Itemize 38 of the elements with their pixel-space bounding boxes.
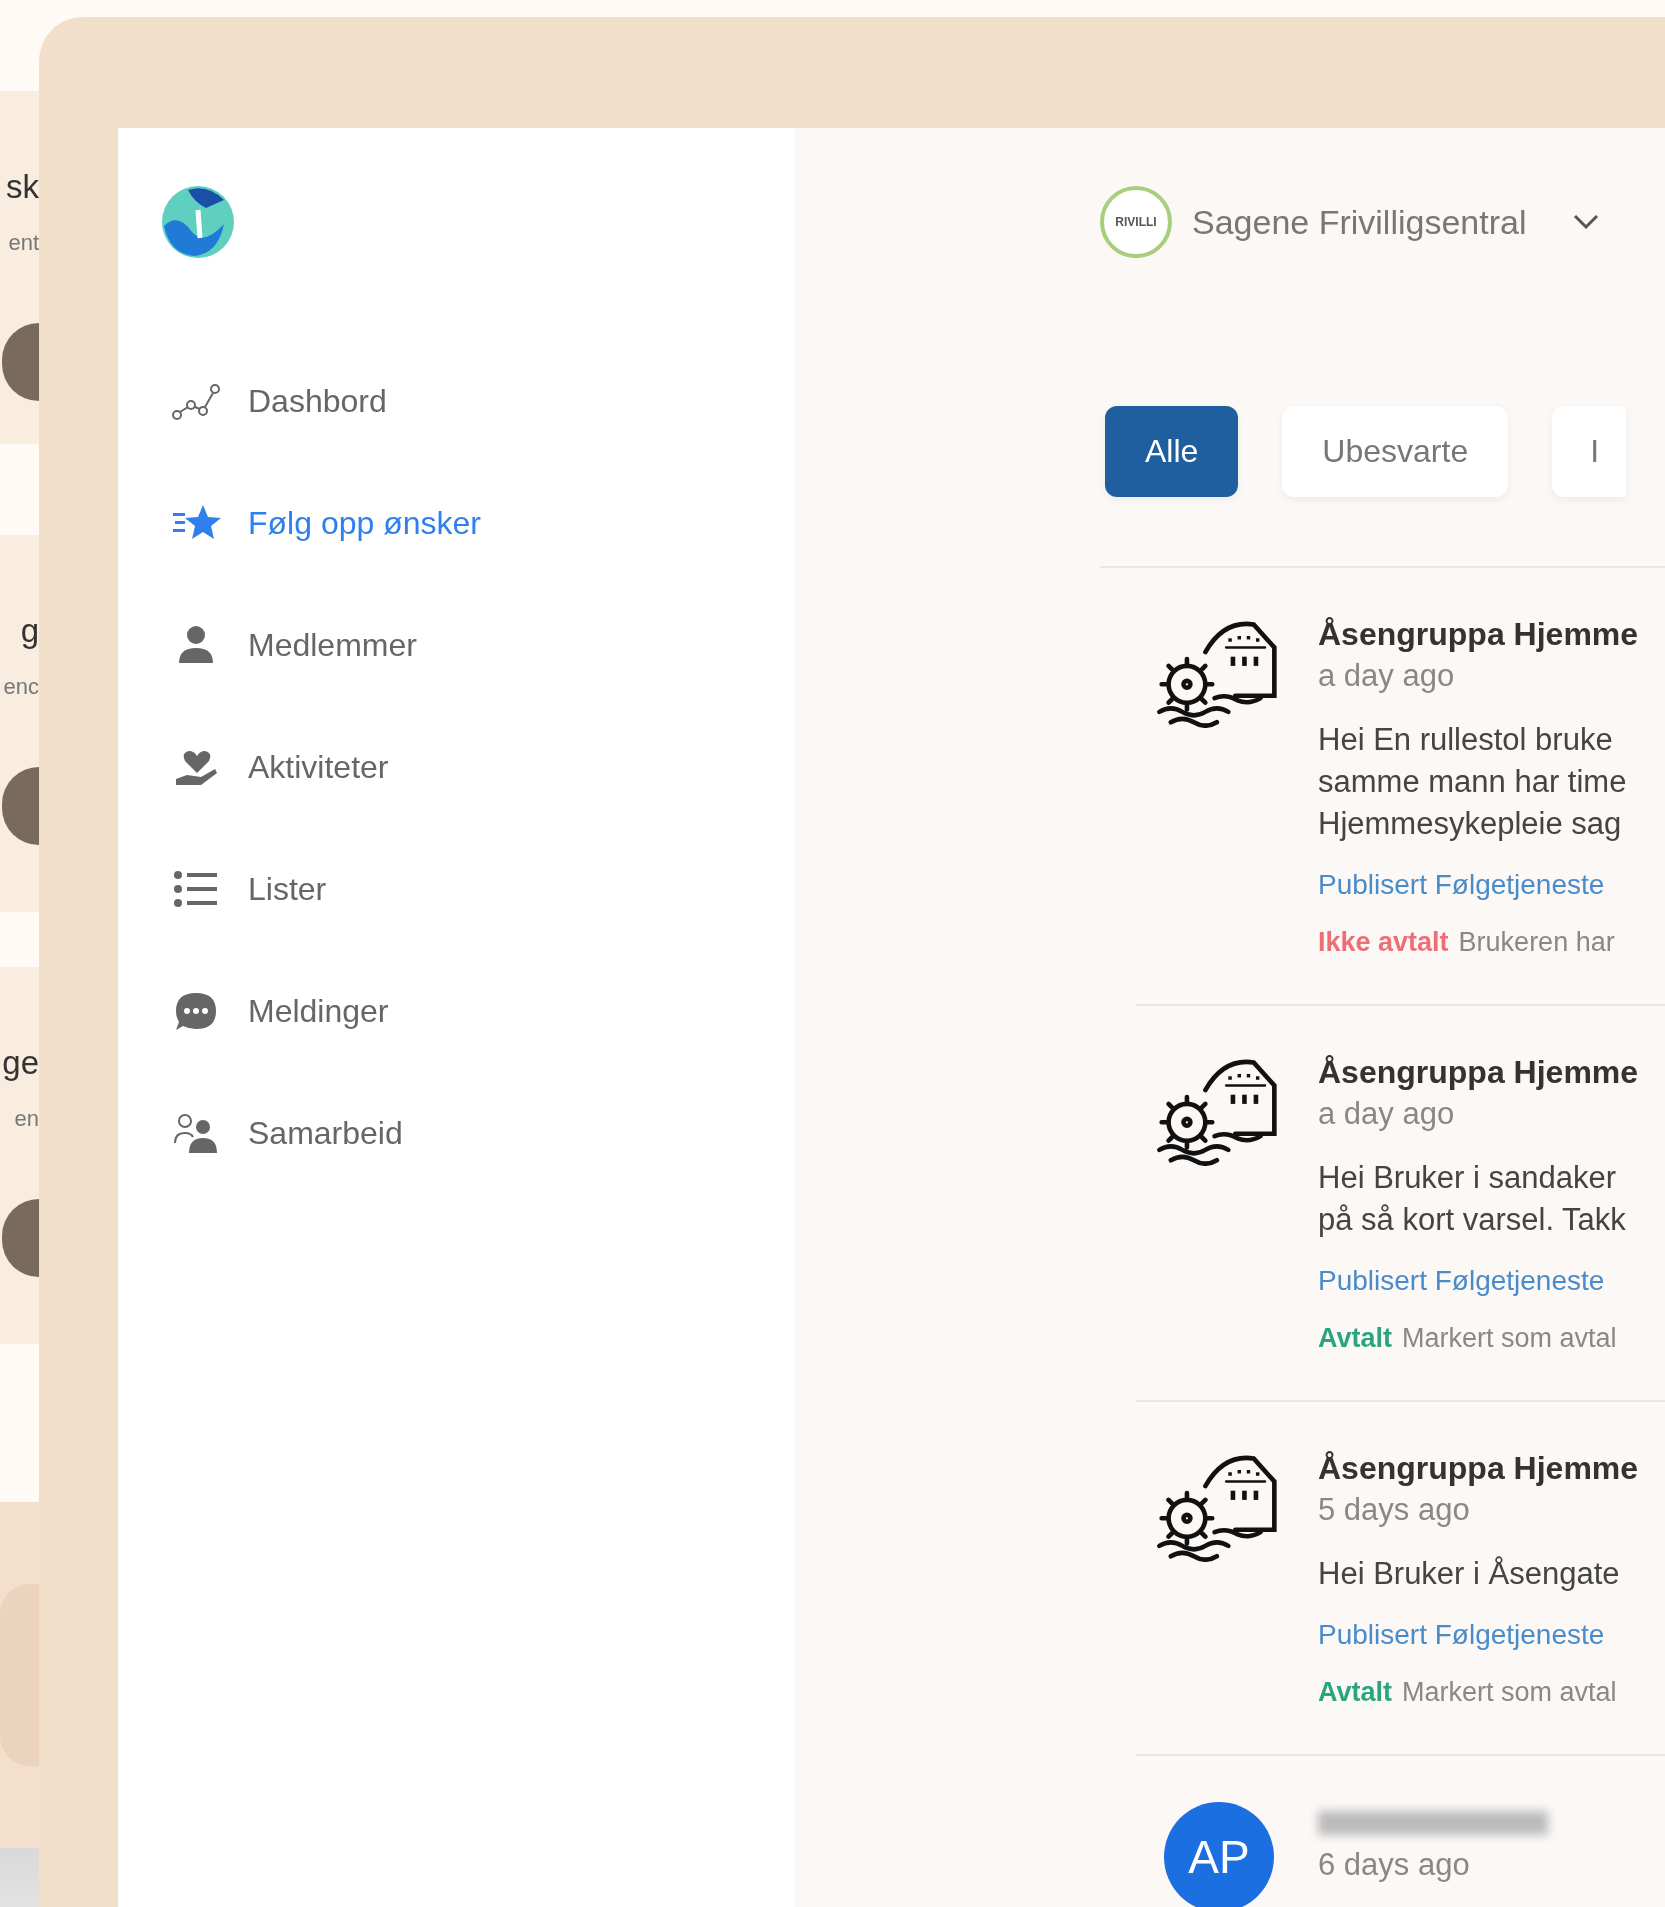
nav-item[interactable]: Samarbeid bbox=[158, 1072, 794, 1194]
card-title: g bbox=[20, 611, 39, 651]
nav-item[interactable]: Meldinger bbox=[158, 950, 794, 1072]
nav-item[interactable]: Medlemmer bbox=[158, 584, 794, 706]
sender-name: Åsengruppa Hjemme bbox=[1318, 1053, 1640, 1092]
sender-name: Åsengruppa Hjemme bbox=[1318, 1449, 1640, 1488]
message-text: Hei Bruker i sandaker på så kort varsel. Takk bbox=[1318, 1159, 1627, 1239]
message-text: Hei En rullestol bruke samme mann har time Hjemmesykepleie sag bbox=[1318, 721, 1628, 843]
card-title: ge bbox=[2, 1043, 39, 1083]
service-tag[interactable]: Publisert Følgetjeneste bbox=[1318, 1617, 1665, 1653]
service-tag[interactable]: Publisert Følgetjeneste bbox=[1318, 867, 1665, 903]
timestamp: 6 days ago bbox=[1318, 1846, 1471, 1884]
timestamp: a day ago bbox=[1318, 1095, 1456, 1133]
organization-name[interactable]: Sagene Frivilligsentral bbox=[1192, 202, 1527, 242]
nav-item[interactable]: Dashbord bbox=[158, 340, 794, 462]
status-note: Markert som avtal bbox=[1402, 1322, 1617, 1355]
timestamp: a day ago bbox=[1318, 657, 1456, 695]
filter-tab[interactable]: I bbox=[1552, 406, 1627, 497]
filter-tab[interactable]: Alle bbox=[1105, 406, 1239, 497]
sender-name: Åsengruppa Hjemme bbox=[1318, 615, 1640, 654]
status-label: Avtalt bbox=[1318, 1322, 1392, 1355]
status-note: Markert som avtal bbox=[1402, 1676, 1617, 1709]
nav-item[interactable]: Følg opp ønsker bbox=[158, 462, 794, 584]
status-label: Avtalt bbox=[1318, 1676, 1392, 1709]
avatar-initials: AP bbox=[1164, 1802, 1274, 1907]
timestamp: 5 days ago bbox=[1318, 1491, 1471, 1529]
card-subtitle: enc bbox=[3, 673, 39, 701]
card-title: sk bbox=[6, 167, 39, 207]
nav-item[interactable]: Aktiviteter bbox=[158, 706, 794, 828]
status-note: Brukeren har bbox=[1458, 926, 1615, 959]
service-tag[interactable]: Publisert Følgetjeneste bbox=[1318, 1263, 1665, 1299]
nav-item[interactable]: Lister bbox=[158, 828, 794, 950]
message-text: Hei Bruker i Åsengate bbox=[1318, 1555, 1621, 1593]
organization-logo: RIVILLI bbox=[1100, 186, 1172, 258]
card-subtitle: ent bbox=[8, 229, 39, 257]
card-subtitle: en bbox=[14, 1105, 39, 1133]
filter-tab[interactable]: Ubesvarte bbox=[1282, 406, 1509, 497]
status-label: Ikke avtalt bbox=[1318, 926, 1449, 959]
